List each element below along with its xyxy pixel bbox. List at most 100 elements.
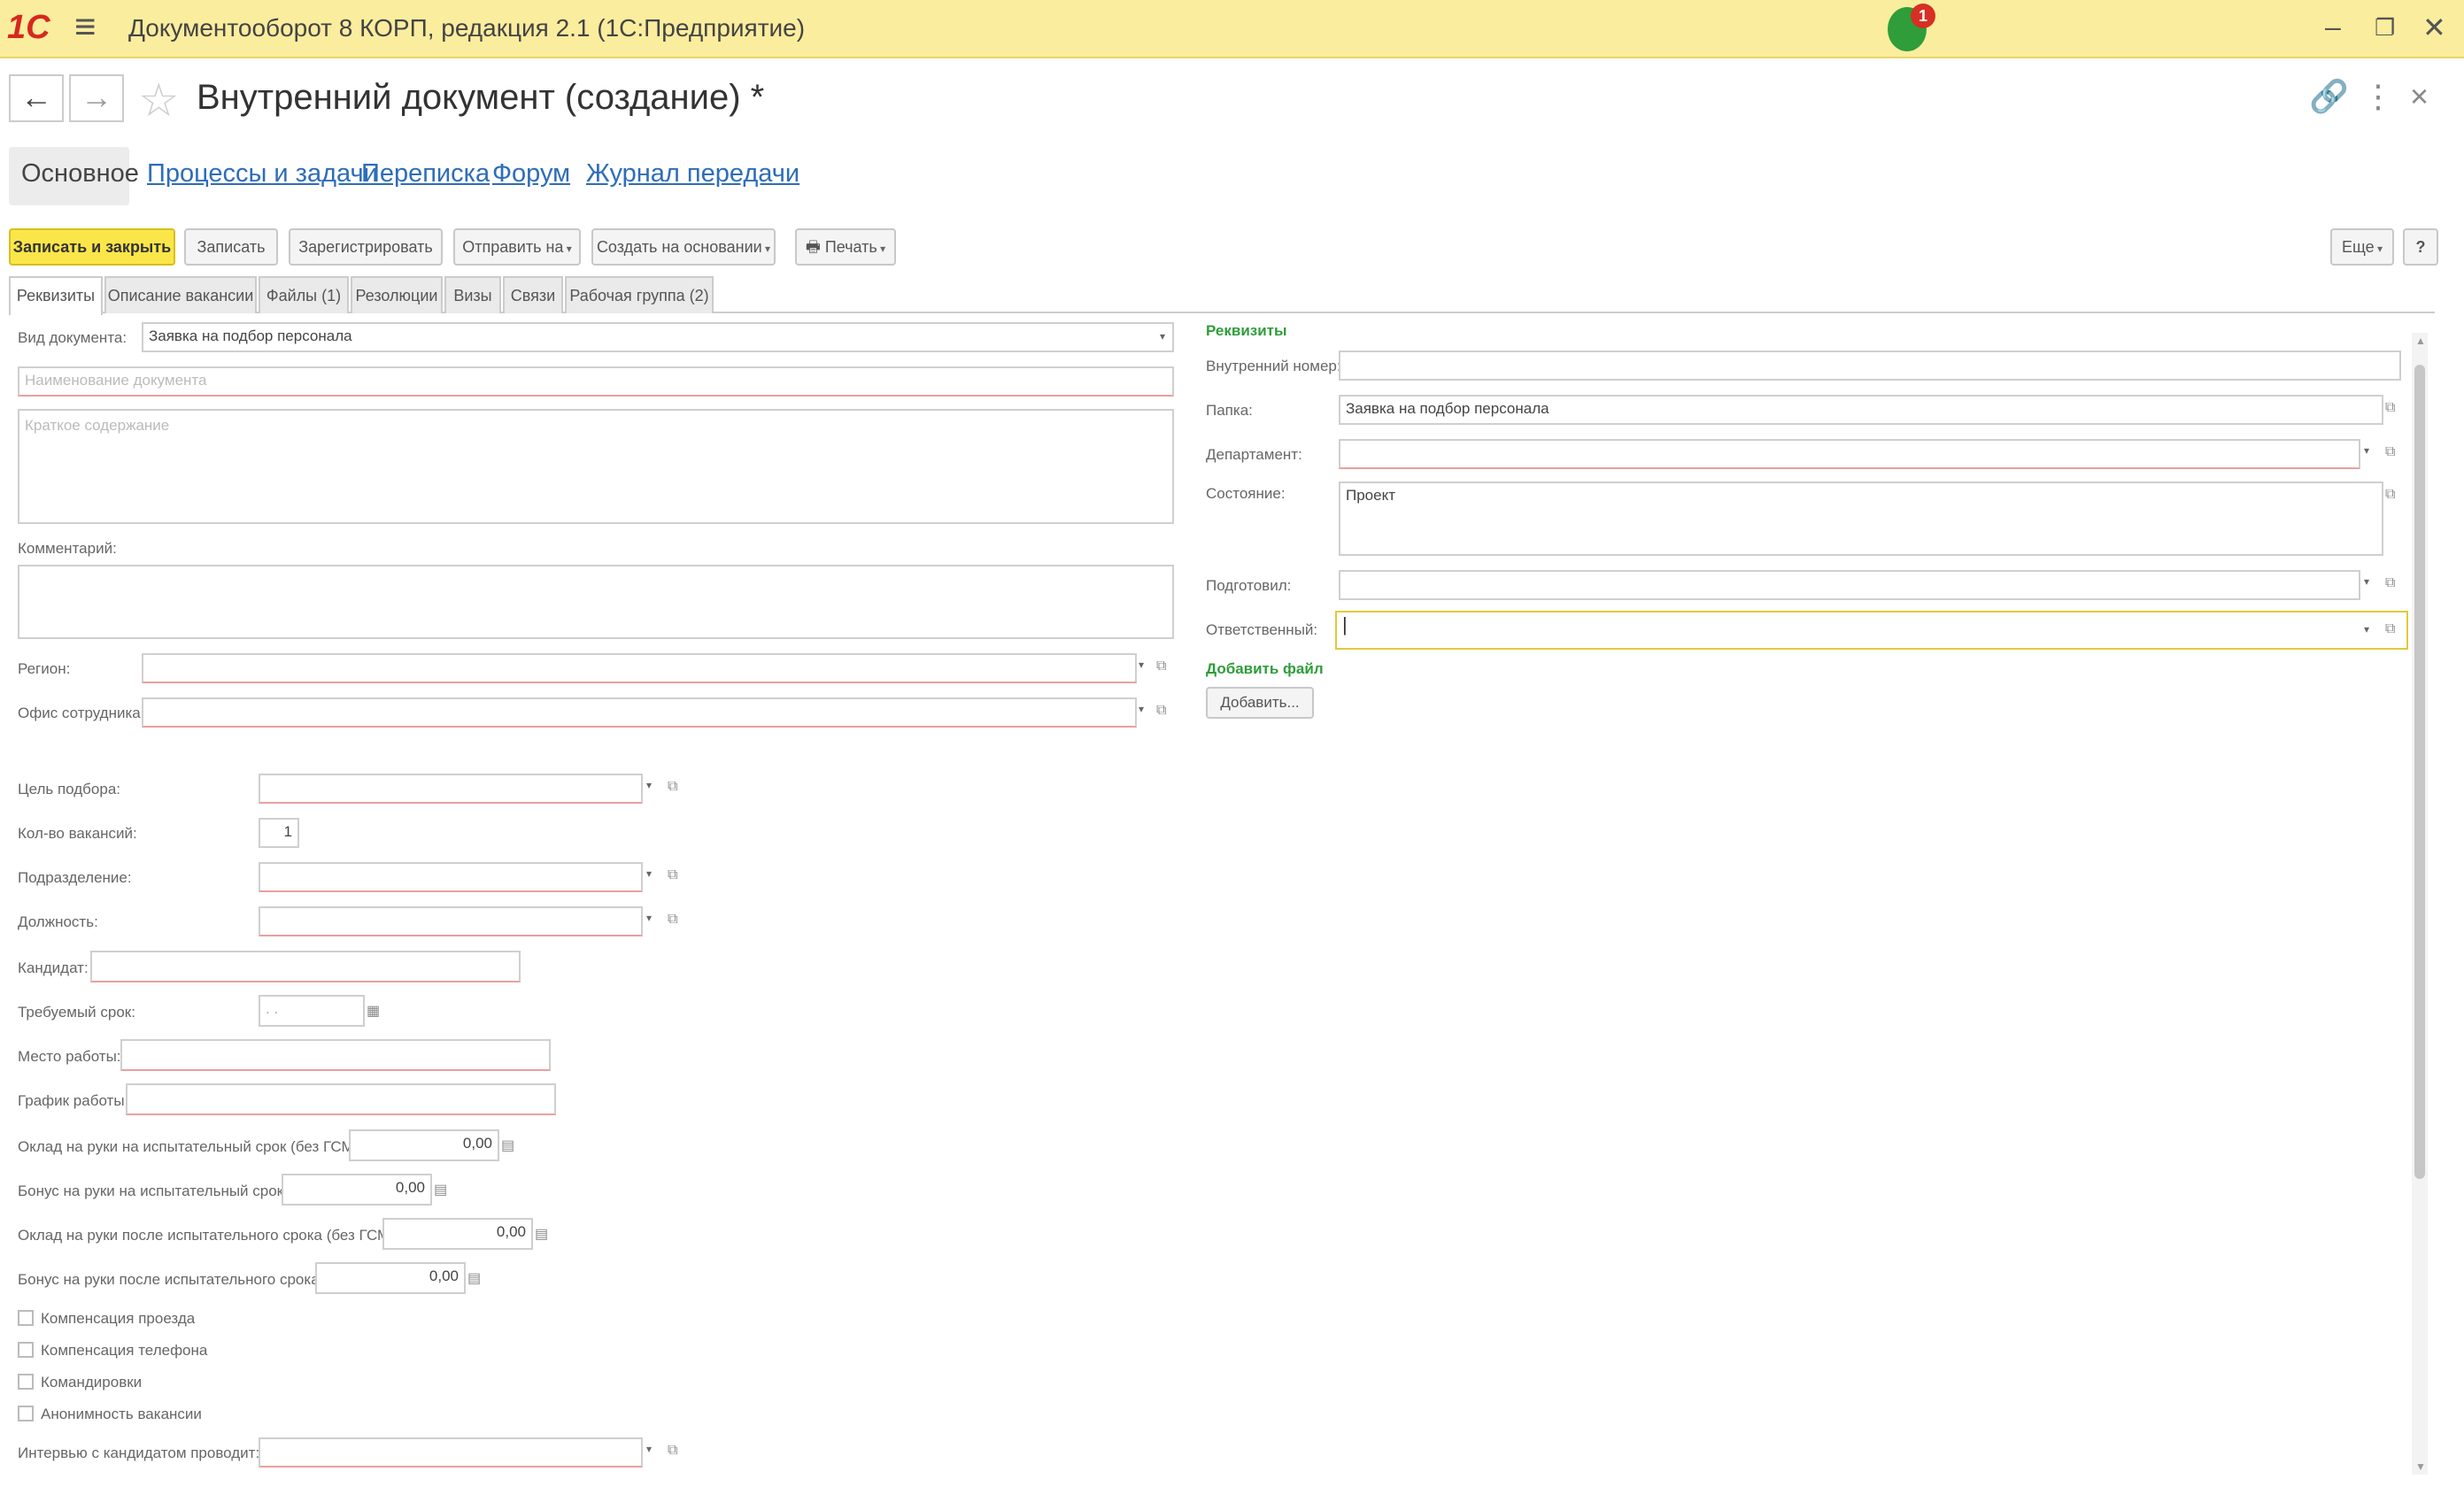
travel-compensation-checkbox[interactable] [18,1310,34,1326]
help-button[interactable]: ? [2403,228,2438,266]
tab-main[interactable]: Основное [21,159,139,189]
calculator-icon[interactable]: ▤ [501,1136,514,1154]
tab-vacancy-description[interactable]: Описание вакансии [104,276,257,313]
candidate-input[interactable] [90,951,521,982]
chevron-down-icon[interactable]: ▾ [646,779,652,791]
tab-forum[interactable]: Форум [492,159,570,189]
tab-transfer-log[interactable]: Журнал передачи [586,159,799,189]
bonus-trial-input[interactable]: 0,00 [282,1174,432,1206]
subdivision-field[interactable] [259,862,643,892]
calculator-icon[interactable]: ▤ [434,1181,447,1198]
prepared-by-field[interactable] [1339,570,2360,600]
business-trips-checkbox[interactable] [18,1374,34,1390]
tab-requisites[interactable]: Реквизиты [9,276,103,315]
salary-after-input[interactable]: 0,00 [382,1218,533,1250]
open-link-icon[interactable]: ⧉ [2385,487,2395,503]
print-button[interactable]: 🖶 Печать ▾ [795,228,896,266]
vacancy-anonymity-checkbox[interactable] [18,1406,34,1422]
chevron-down-icon[interactable]: ▾ [646,912,652,924]
open-link-icon[interactable]: ⧉ [1156,659,1166,674]
tab-files[interactable]: Файлы (1) [259,276,349,313]
vacancies-input[interactable]: 1 [259,818,299,848]
tab-visas[interactable]: Визы [444,276,501,313]
travel-compensation-label: Компенсация проезда [41,1310,196,1327]
goal-field[interactable] [259,774,643,804]
folder-field[interactable]: Заявка на подбор персонала [1339,395,2383,425]
chevron-down-icon[interactable]: ▾ [646,867,652,880]
tab-work-group[interactable]: Рабочая группа (2) [565,276,714,313]
open-link-icon[interactable]: ⧉ [668,779,677,795]
goal-label: Цель подбора: [18,781,120,797]
1c-logo: 1С [7,9,50,46]
calendar-icon[interactable]: ▦ [367,1002,380,1020]
chevron-down-icon[interactable]: ▾ [1139,703,1144,715]
calculator-icon[interactable]: ▤ [535,1225,548,1243]
scrollbar-thumb[interactable] [2414,365,2425,1179]
comment-textarea[interactable] [18,565,1174,639]
phone-compensation-checkbox[interactable] [18,1342,34,1358]
open-link-icon[interactable]: ⧉ [668,912,677,928]
save-and-close-button[interactable]: Записать и закрыть [9,228,175,266]
add-file-button[interactable]: Добавить... [1206,687,1314,719]
register-button[interactable]: Зарегистрировать [289,228,443,266]
folder-value: Заявка на подбор персонала [1346,400,1549,417]
doc-type-field[interactable]: Заявка на подбор персонала ▾ [142,322,1174,352]
bonus-after-input[interactable]: 0,00 [315,1262,466,1294]
tab-processes[interactable]: Процессы и задачи [147,159,378,189]
chevron-down-icon[interactable]: ▾ [2364,444,2369,457]
chevron-down-icon[interactable]: ▾ [2364,623,2369,636]
responsible-field[interactable]: | [1335,611,2408,650]
calculator-icon[interactable]: ▤ [467,1269,481,1287]
chevron-down-icon[interactable]: ▾ [1160,324,1165,349]
schedule-input[interactable] [126,1083,556,1115]
notification-badge: 1 [1911,4,1935,28]
department-label: Департамент: [1206,446,1302,463]
document-name-input[interactable]: Наименование документа [18,366,1174,397]
department-field[interactable] [1339,439,2360,469]
deadline-input[interactable]: . . [259,995,365,1027]
favorite-star-icon[interactable]: ☆ [138,74,180,127]
minimize-icon[interactable]: – [2325,11,2341,43]
forward-button[interactable]: → [69,74,124,122]
salary-trial-input[interactable]: 0,00 [349,1129,499,1161]
open-link-icon[interactable]: ⧉ [668,867,677,883]
send-to-button[interactable]: Отправить на ▾ [453,228,581,266]
open-link-icon[interactable]: ⧉ [2385,621,2395,637]
open-link-icon[interactable]: ⧉ [2385,444,2395,460]
open-link-icon[interactable]: ⧉ [2385,575,2395,591]
chevron-down-icon[interactable]: ▾ [646,1443,652,1455]
chevron-down-icon: ▾ [2374,243,2383,255]
link-icon[interactable]: 🔗 [2309,78,2349,115]
open-link-icon[interactable]: ⧉ [2385,400,2395,416]
create-based-on-button[interactable]: Создать на основании ▾ [591,228,776,266]
menu-icon[interactable]: ≡ [74,5,97,48]
open-link-icon[interactable]: ⧉ [668,1443,677,1459]
close-form-icon[interactable]: × [2410,78,2429,115]
office-label: Офис сотрудника: [18,705,145,721]
tab-correspondence[interactable]: Переписка [361,159,490,189]
state-field[interactable]: Проект [1339,482,2383,556]
printer-icon: 🖶 [805,238,825,256]
save-button[interactable]: Записать [184,228,278,266]
chevron-down-icon[interactable]: ▾ [2364,575,2369,588]
interviewer-field[interactable] [259,1437,643,1468]
window-close-icon[interactable]: ✕ [2422,11,2446,44]
tab-links[interactable]: Связи [503,276,563,313]
back-button[interactable]: ← [9,74,64,122]
region-field[interactable] [142,653,1137,683]
internal-number-input[interactable] [1339,351,2401,381]
summary-textarea[interactable]: Краткое содержание [18,409,1174,524]
position-field[interactable] [259,906,643,936]
chevron-down-icon[interactable]: ▾ [1139,659,1144,671]
tab-resolutions[interactable]: Резолюции [351,276,443,313]
open-link-icon[interactable]: ⧉ [1156,703,1166,719]
scroll-up-arrow-icon[interactable]: ▲ [2415,335,2426,347]
restore-icon[interactable]: ❐ [2375,14,2395,42]
more-vertical-icon[interactable]: ⋮ [2362,78,2394,115]
bonus-trial-label: Бонус на руки на испытательный срок: [18,1183,288,1199]
scroll-down-arrow-icon[interactable]: ▼ [2415,1460,2426,1473]
office-field[interactable] [142,697,1137,728]
prepared-by-label: Подготовил: [1206,577,1292,594]
workplace-input[interactable] [120,1039,551,1071]
more-button[interactable]: Еще ▾ [2330,228,2394,266]
